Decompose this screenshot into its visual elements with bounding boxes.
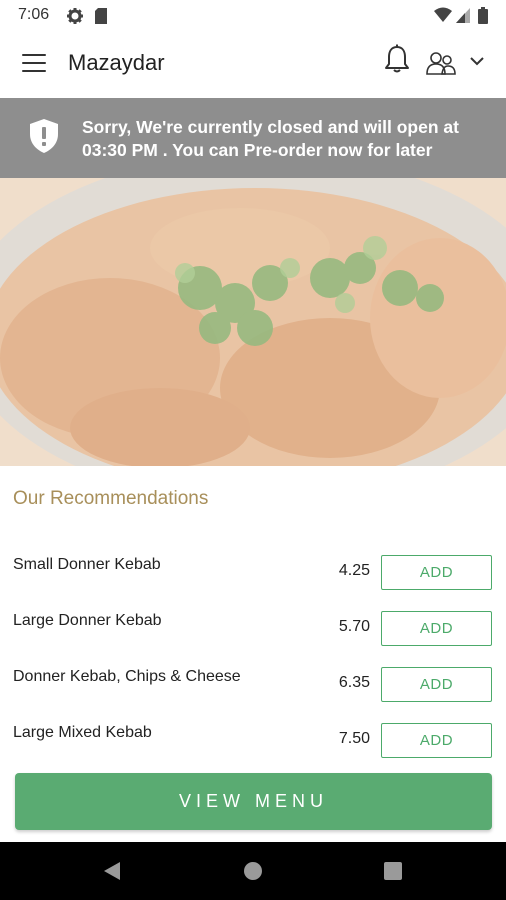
back-icon[interactable] [102, 861, 122, 881]
item-name: Large Mixed Kebab [13, 724, 152, 741]
item-name: Large Donner Kebab [13, 612, 162, 629]
list-item: Donner Kebab, Chips & Cheese 6.35 ADD [0, 654, 506, 710]
banner-message: Sorry, We're currently closed and will o… [82, 117, 459, 160]
list-item: Large Mixed Kebab 7.50 ADD [0, 710, 506, 766]
sd-card-icon [95, 8, 107, 24]
closed-banner: Sorry, We're currently closed and will o… [0, 98, 506, 178]
list-item: Small Donner Kebab 4.25 ADD [0, 542, 506, 598]
status-bar: 7:06 [0, 0, 506, 30]
add-button[interactable]: ADD [381, 611, 492, 646]
item-price: 6.35 [338, 674, 370, 691]
item-price: 5.70 [338, 618, 370, 635]
user-icon[interactable] [426, 50, 456, 76]
app-title: Mazaydar [68, 50, 165, 75]
item-price: 4.25 [338, 562, 370, 579]
bell-icon[interactable] [384, 44, 410, 74]
settings-icon [67, 8, 83, 24]
chevron-down-icon[interactable] [468, 54, 486, 68]
wifi-icon [434, 7, 452, 22]
hero-food-image [0, 178, 506, 466]
app-bar: Mazaydar [0, 30, 506, 98]
battery-icon [478, 7, 488, 24]
item-name: Donner Kebab, Chips & Cheese [13, 668, 241, 685]
menu-icon[interactable] [22, 54, 46, 74]
item-price: 7.50 [338, 730, 370, 747]
item-name: Small Donner Kebab [13, 556, 161, 573]
home-icon[interactable] [243, 861, 263, 881]
system-nav-bar [0, 842, 506, 900]
recommendations-title: Our Recommendations [13, 488, 209, 509]
status-time: 7:06 [18, 6, 50, 23]
add-button[interactable]: ADD [381, 667, 492, 702]
view-menu-button[interactable]: VIEW MENU [15, 773, 492, 830]
add-button[interactable]: ADD [381, 555, 492, 590]
add-button[interactable]: ADD [381, 723, 492, 758]
recents-icon[interactable] [384, 862, 402, 880]
shield-alert-icon [30, 119, 58, 153]
list-item: Large Donner Kebab 5.70 ADD [0, 598, 506, 654]
curry-dish-illustration [0, 178, 506, 466]
signal-icon [456, 8, 470, 23]
